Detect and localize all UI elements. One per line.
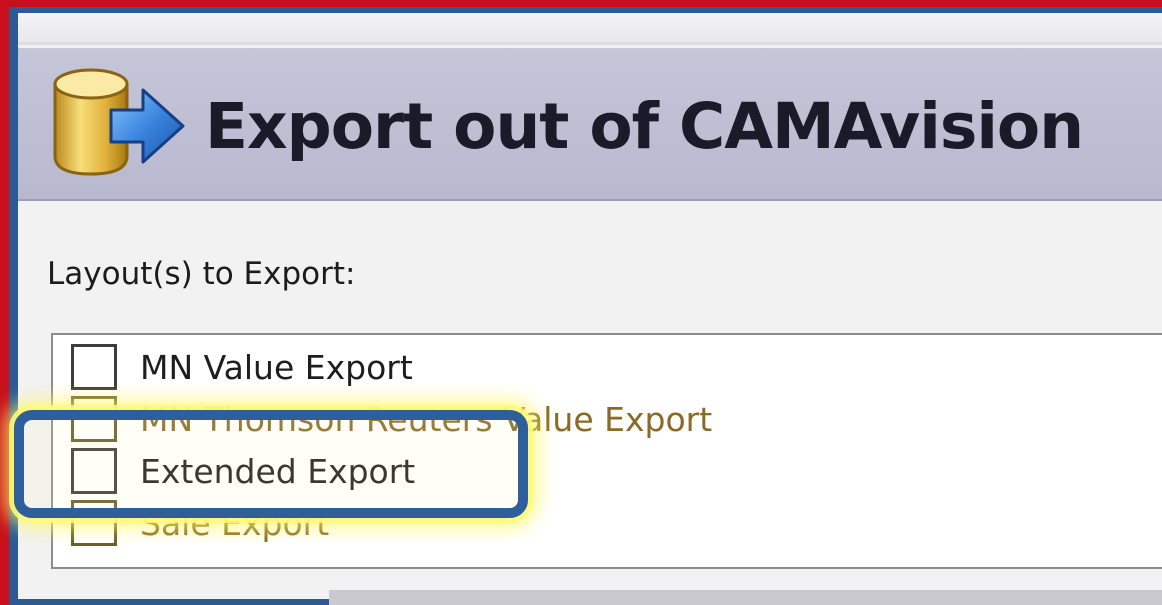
- toolbar-strip: [18, 13, 1162, 45]
- list-item-label: MN Value Export: [140, 347, 413, 387]
- screenshot-frame: Export out of CAMAvision Layout(s) to Ex…: [0, 0, 1162, 605]
- database-export-icon: [53, 68, 185, 176]
- dialog-header: Export out of CAMAvision: [18, 48, 1162, 201]
- layouts-label: Layout(s) to Export:: [47, 256, 356, 292]
- highlight-callout: [14, 410, 528, 518]
- checkbox[interactable]: [71, 344, 117, 390]
- bottom-bar: [329, 590, 1162, 605]
- page-title: Export out of CAMAvision: [205, 90, 1084, 163]
- dialog-body: Layout(s) to Export: MN Value Export MN …: [18, 203, 1162, 599]
- list-item-mn-value-export[interactable]: MN Value Export: [71, 341, 413, 393]
